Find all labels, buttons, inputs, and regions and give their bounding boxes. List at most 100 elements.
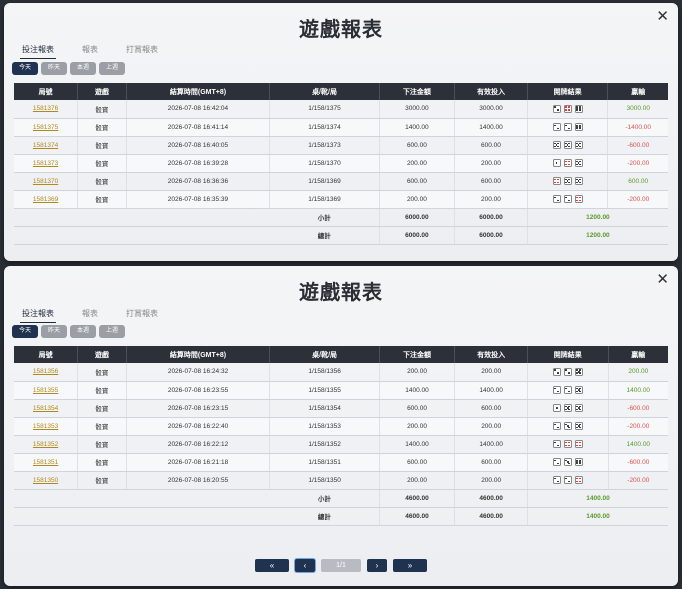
valid-bet-cell: 200.00	[454, 190, 528, 209]
round-id-link[interactable]: 1581356	[14, 363, 79, 382]
die-4-icon	[574, 195, 583, 203]
subtotal-row: 小計 6000.00 6000.00 1200.00	[14, 208, 668, 227]
die-2-icon	[563, 195, 572, 203]
bet-amount-cell: 1400.00	[379, 435, 456, 454]
die-2-icon	[563, 367, 572, 376]
round-id-link[interactable]: 1581376	[14, 100, 79, 119]
die-5-icon	[574, 141, 583, 149]
filter-last-week-button[interactable]: 上週	[99, 325, 125, 338]
result-cell	[527, 190, 609, 209]
game-cell: 骰寶	[77, 471, 127, 490]
die-6-icon	[574, 104, 583, 113]
die-5-icon	[563, 177, 572, 185]
die-2-icon	[563, 123, 572, 131]
result-cell	[527, 399, 609, 418]
round-id-link[interactable]: 1581369	[14, 190, 79, 209]
round-id-link[interactable]: 1581350	[14, 471, 79, 490]
subtotal-bet: 6000.00	[379, 208, 456, 227]
last-page-button[interactable]: »	[393, 559, 427, 572]
total-row: 總計 4600.00 4600.00 1400.00	[14, 507, 668, 526]
close-icon[interactable]: ✕	[656, 9, 669, 24]
win-loss-cell: -200.00	[608, 417, 668, 436]
result-cell	[527, 118, 609, 137]
filter-yesterday-button[interactable]: 昨天	[41, 325, 67, 338]
first-page-button[interactable]: «	[255, 559, 289, 572]
subtotal-label: 小計	[269, 208, 380, 227]
next-page-button[interactable]: ›	[367, 559, 387, 572]
date-filter-group: 今天 昨天 本週 上週	[12, 325, 125, 338]
total-win-loss: 1200.00	[527, 226, 668, 245]
die-3-icon	[563, 422, 572, 430]
round-id-link[interactable]: 1581354	[14, 399, 79, 418]
round-id-link[interactable]: 1581374	[14, 136, 79, 155]
col-valid-bet: 有效投入	[454, 83, 528, 100]
game-cell: 骰寶	[77, 154, 127, 173]
settle-time-cell: 2026-07-08 16:23:15	[126, 399, 271, 418]
table-row: 1581356 骰寶 2026-07-08 16:24:32 1/158/1356 20…	[14, 363, 668, 382]
settle-time-cell: 2026-07-08 16:35:39	[126, 190, 271, 209]
filter-today-button[interactable]: 今天	[12, 325, 38, 338]
tab-report[interactable]: 報表	[80, 42, 100, 59]
filter-yesterday-button[interactable]: 昨天	[41, 62, 67, 75]
result-cell	[527, 363, 609, 382]
round-id-link[interactable]: 1581375	[14, 118, 79, 137]
table-row: 1581350 骰寶 2026-07-08 16:20:55 1/158/1350 20…	[14, 471, 668, 490]
tab-bet-report[interactable]: 投注報表	[20, 42, 56, 59]
filter-last-week-button[interactable]: 上週	[99, 62, 125, 75]
bet-amount-cell: 200.00	[379, 417, 456, 436]
tab-report[interactable]: 報表	[80, 306, 100, 323]
dice-result	[552, 422, 583, 430]
die-4-icon	[574, 476, 583, 484]
tab-bet-report[interactable]: 投注報表	[20, 306, 56, 323]
result-cell	[527, 172, 609, 191]
settle-time-cell: 2026-07-08 16:22:12	[126, 435, 271, 454]
prev-page-button[interactable]: ‹	[295, 559, 315, 572]
table-shoe-round-cell: 1/158/1373	[269, 136, 380, 155]
game-cell: 骰寶	[77, 136, 127, 155]
round-id-link[interactable]: 1581353	[14, 417, 79, 436]
table-shoe-round-cell: 1/158/1374	[269, 118, 380, 137]
close-icon[interactable]: ✕	[656, 272, 669, 287]
col-bet-amount: 下注金額	[379, 346, 456, 363]
col-bet-amount: 下注金額	[379, 83, 456, 100]
round-id-link[interactable]: 1581355	[14, 381, 79, 400]
bet-amount-cell: 600.00	[379, 453, 456, 472]
subtotal-valid: 4600.00	[454, 489, 528, 508]
game-cell: 骰寶	[77, 435, 127, 454]
round-id-link[interactable]: 1581352	[14, 435, 79, 454]
table-row: 1581375 骰寶 2026-07-08 16:41:14 1/158/1374 14…	[14, 118, 668, 137]
die-2-icon	[552, 422, 561, 430]
table-shoe-round-cell: 1/158/1353	[269, 417, 380, 436]
table-row: 1581369 骰寶 2026-07-08 16:35:39 1/158/1369 20…	[14, 190, 668, 209]
valid-bet-cell: 200.00	[454, 363, 528, 382]
filter-this-week-button[interactable]: 本週	[70, 325, 96, 338]
tab-tip-report[interactable]: 打賞報表	[124, 42, 160, 59]
settle-time-cell: 2026-07-08 16:23:55	[126, 381, 271, 400]
empty-cell	[14, 226, 270, 245]
date-filter-group: 今天 昨天 本週 上週	[12, 62, 125, 75]
dice-result	[552, 123, 583, 131]
page-indicator: 1/1	[321, 559, 361, 572]
filter-this-week-button[interactable]: 本週	[70, 62, 96, 75]
col-table-shoe-round: 桌/靴/局	[269, 83, 380, 100]
settle-time-cell: 2026-07-08 16:21:18	[126, 453, 271, 472]
tab-tip-report[interactable]: 打賞報表	[124, 306, 160, 323]
round-id-link[interactable]: 1581373	[14, 154, 79, 173]
bet-amount-cell: 200.00	[379, 190, 456, 209]
round-id-link[interactable]: 1581370	[14, 172, 79, 191]
valid-bet-cell: 1400.00	[454, 118, 528, 137]
table-row: 1581353 骰寶 2026-07-08 16:22:40 1/158/1353 20…	[14, 417, 668, 436]
report-tabs: 投注報表 報表 打賞報表	[20, 42, 184, 59]
subtotal-label: 小計	[269, 489, 380, 508]
col-result: 開牌結果	[527, 83, 609, 100]
col-round-id: 局號	[14, 83, 79, 100]
die-4-icon	[563, 159, 572, 167]
col-game: 遊戲	[77, 83, 127, 100]
die-2-icon	[552, 476, 561, 484]
die-2-icon	[563, 386, 572, 394]
result-cell	[527, 100, 609, 119]
col-win-loss: 贏輸	[608, 346, 668, 363]
filter-today-button[interactable]: 今天	[12, 62, 38, 75]
bet-amount-cell: 600.00	[379, 172, 456, 191]
round-id-link[interactable]: 1581351	[14, 453, 79, 472]
